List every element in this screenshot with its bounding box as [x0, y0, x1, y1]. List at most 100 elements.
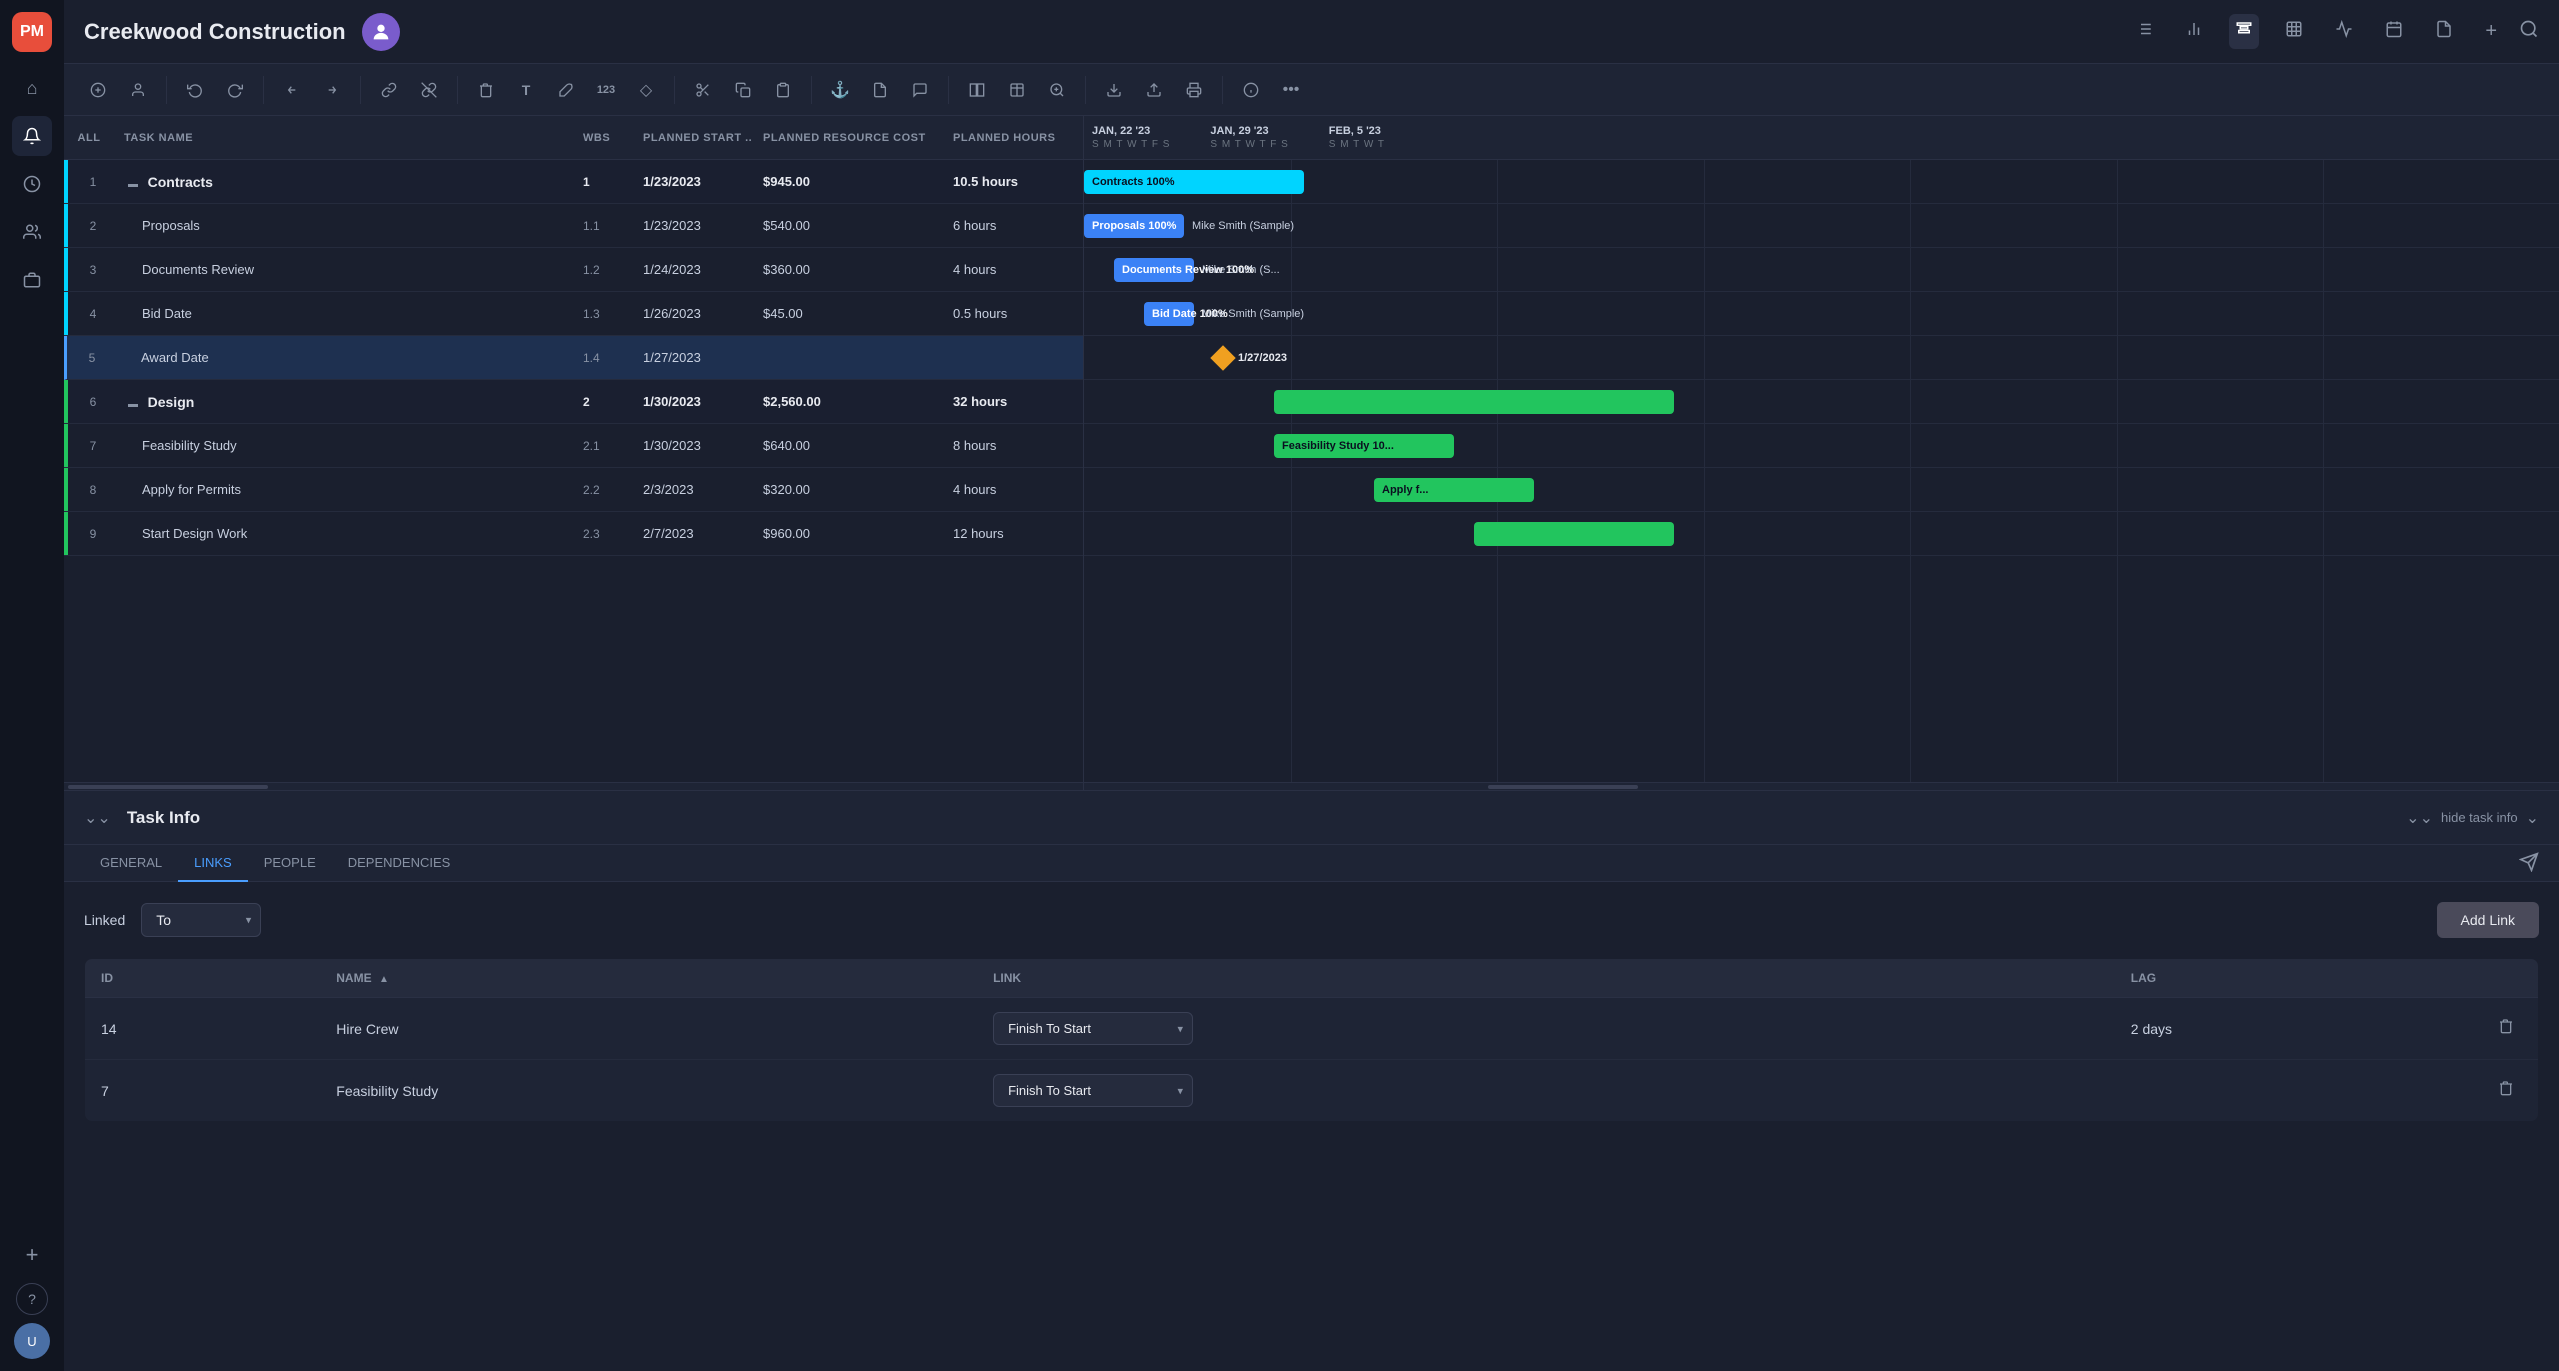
- chart-view-icon[interactable]: [2179, 14, 2209, 49]
- toolbar-sep-8: [1085, 76, 1086, 104]
- row-cost: $2,560.00: [753, 394, 943, 409]
- table-row[interactable]: 4 Bid Date 1.3 1/26/2023 $45.00 0.5 hour…: [64, 292, 1083, 336]
- sidebar-item-notifications[interactable]: [12, 116, 52, 156]
- row-id: 5: [67, 351, 117, 365]
- gantt-bar-proposals[interactable]: Proposals 100%: [1084, 214, 1184, 238]
- tab-links[interactable]: LINKS: [178, 845, 248, 882]
- col-link: LINK: [977, 959, 2115, 998]
- row-id: 2: [68, 219, 118, 233]
- doc-button[interactable]: [862, 72, 898, 108]
- gantt-bar-feasibility[interactable]: Feasibility Study 10...: [1274, 434, 1454, 458]
- calendar-icon[interactable]: [2379, 14, 2409, 49]
- sidebar-item-add[interactable]: +: [12, 1235, 52, 1275]
- app-logo[interactable]: PM: [12, 12, 52, 52]
- gantt-view-icon[interactable]: [2229, 14, 2259, 49]
- collapse-icon[interactable]: ▬: [128, 179, 138, 190]
- link-row: 7 Feasibility Study Finish To Start Star…: [85, 1060, 2539, 1122]
- table-row[interactable]: 5 Award Date 1.4 1/27/2023: [64, 336, 1083, 380]
- gantt-bar-permits[interactable]: Apply f...: [1374, 478, 1534, 502]
- split-button[interactable]: [959, 72, 995, 108]
- table-row[interactable]: 9 Start Design Work 2.3 2/7/2023 $960.00…: [64, 512, 1083, 556]
- tab-dependencies[interactable]: DEPENDENCIES: [332, 845, 467, 882]
- upload-button[interactable]: [1136, 72, 1172, 108]
- table-row[interactable]: 3 Documents Review 1.2 1/24/2023 $360.00…: [64, 248, 1083, 292]
- col-header-all: ALL: [64, 132, 114, 144]
- gantt-bar-contracts[interactable]: Contracts 100%: [1084, 170, 1304, 194]
- gantt-row: [1084, 512, 2559, 556]
- comment-button[interactable]: [902, 72, 938, 108]
- links-table: ID NAME ▲ LINK LAG: [84, 958, 2539, 1122]
- gantt-row: Bid Date 100% Mike Smith (Sample): [1084, 292, 2559, 336]
- down-arrow-icon: ⌄⌄: [2406, 808, 2433, 828]
- row-hours: 32 hours: [943, 394, 1083, 409]
- add-user-button[interactable]: [120, 72, 156, 108]
- gantt-bar-documents[interactable]: Documents Review 100%: [1114, 258, 1194, 282]
- delete-link-button-2[interactable]: [2490, 1076, 2522, 1105]
- tab-people[interactable]: PEOPLE: [248, 845, 332, 882]
- gantt-bar-design-work[interactable]: [1474, 522, 1674, 546]
- copy-button[interactable]: [725, 72, 761, 108]
- table-row[interactable]: 7 Feasibility Study 2.1 1/30/2023 $640.0…: [64, 424, 1083, 468]
- sidebar-item-home[interactable]: ⌂: [12, 68, 52, 108]
- 123-button[interactable]: 123: [588, 72, 624, 108]
- user-avatar[interactable]: U: [14, 1323, 50, 1359]
- export-button[interactable]: [1096, 72, 1132, 108]
- row-cost: $540.00: [753, 218, 943, 233]
- scissors-button[interactable]: [685, 72, 721, 108]
- brush-button[interactable]: [548, 72, 584, 108]
- gantt-row: Apply f...: [1084, 468, 2559, 512]
- sidebar-item-projects[interactable]: [12, 260, 52, 300]
- row-hours: 8 hours: [943, 438, 1083, 453]
- diamond-button[interactable]: ◇: [628, 72, 664, 108]
- hide-task-info-button[interactable]: hide task info: [2441, 810, 2518, 825]
- document-icon[interactable]: [2429, 14, 2459, 49]
- anchor-button[interactable]: ⚓: [822, 72, 858, 108]
- row-cost: $320.00: [753, 482, 943, 497]
- gantt-row: Feasibility Study 10...: [1084, 424, 2559, 468]
- link-type-select-2[interactable]: Finish To Start Start To Start Finish To…: [993, 1074, 1193, 1107]
- sidebar-item-time[interactable]: [12, 164, 52, 204]
- indent-button[interactable]: [314, 72, 350, 108]
- week-label-1: JAN, 22 '23: [1092, 125, 1170, 137]
- send-icon[interactable]: [2519, 852, 2539, 875]
- table-row[interactable]: 2 Proposals 1.1 1/23/2023 $540.00 6 hour…: [64, 204, 1083, 248]
- paste-button[interactable]: [765, 72, 801, 108]
- link-type-select-1[interactable]: Finish To Start Start To Start Finish To…: [993, 1012, 1193, 1045]
- unlink-button[interactable]: [411, 72, 447, 108]
- sidebar-item-people[interactable]: [12, 212, 52, 252]
- table-row[interactable]: 8 Apply for Permits 2.2 2/3/2023 $320.00…: [64, 468, 1083, 512]
- col-id: ID: [85, 959, 321, 998]
- delete-button[interactable]: [468, 72, 504, 108]
- more-button[interactable]: •••: [1273, 72, 1309, 108]
- table-row[interactable]: 6 ▬ Design 2 1/30/2023 $2,560.00 32 hour…: [64, 380, 1083, 424]
- zoom-in-button[interactable]: [1039, 72, 1075, 108]
- print-button[interactable]: [1176, 72, 1212, 108]
- row-wbs: 1.4: [573, 351, 633, 365]
- collapse-double-icon[interactable]: ⌄⌄: [84, 808, 111, 828]
- redo-button[interactable]: [217, 72, 253, 108]
- tab-general[interactable]: GENERAL: [84, 845, 178, 882]
- add-task-button[interactable]: [80, 72, 116, 108]
- linked-to-select[interactable]: To From: [141, 903, 261, 937]
- undo-button[interactable]: [177, 72, 213, 108]
- gantt-bar-design[interactable]: [1274, 390, 1674, 414]
- add-link-button[interactable]: Add Link: [2437, 902, 2539, 938]
- gantt-row: Documents Review 100% Mike Smith (S...: [1084, 248, 2559, 292]
- waveform-icon[interactable]: [2329, 14, 2359, 49]
- info-button[interactable]: [1233, 72, 1269, 108]
- table-button[interactable]: [999, 72, 1035, 108]
- list-view-icon[interactable]: [2129, 14, 2159, 49]
- link-button[interactable]: [371, 72, 407, 108]
- text-button[interactable]: T: [508, 72, 544, 108]
- table-row[interactable]: 1 ▬ Contracts 1 1/23/2023 $945.00 10.5 h…: [64, 160, 1083, 204]
- outdent-button[interactable]: [274, 72, 310, 108]
- gantt-bar-bid[interactable]: Bid Date 100%: [1144, 302, 1194, 326]
- table-view-icon[interactable]: [2279, 14, 2309, 49]
- add-view-icon[interactable]: +: [2479, 14, 2503, 49]
- search-icon[interactable]: [2519, 19, 2539, 45]
- delete-link-button[interactable]: [2490, 1014, 2522, 1043]
- collapse-icon[interactable]: ▬: [128, 399, 138, 410]
- links-table-header: ID NAME ▲ LINK LAG: [85, 959, 2539, 998]
- down-chevron-icon[interactable]: ⌄: [2526, 808, 2539, 828]
- sidebar-item-help[interactable]: ?: [16, 1283, 48, 1315]
